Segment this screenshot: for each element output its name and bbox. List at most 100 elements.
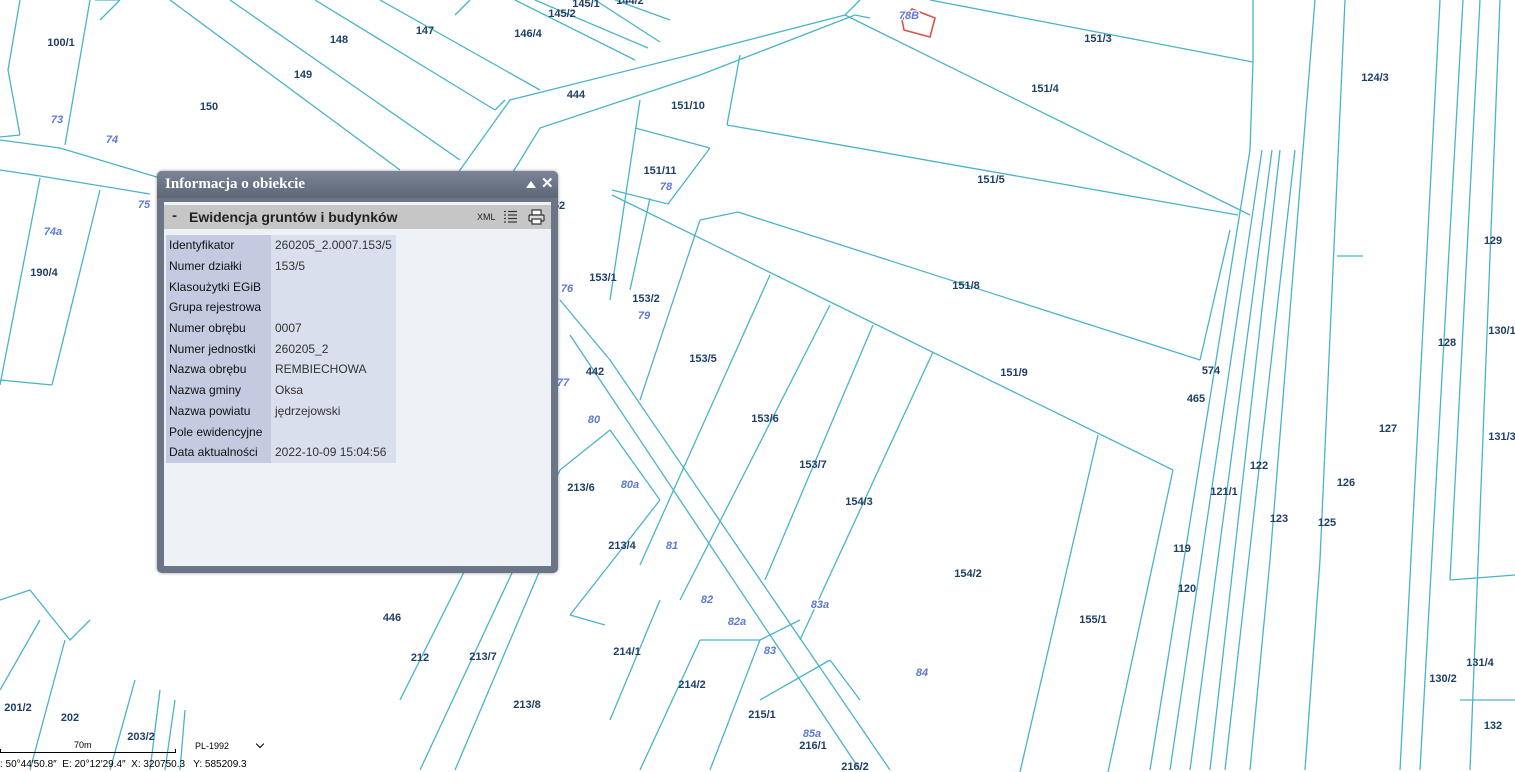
parcel-number-label[interactable]: 121/1 bbox=[1210, 486, 1238, 498]
building-number-label[interactable]: 81 bbox=[665, 539, 680, 554]
parcel-number-label[interactable]: 216/1 bbox=[799, 740, 827, 752]
building-number-label[interactable]: 74a bbox=[43, 225, 64, 240]
building-number-label[interactable]: 73 bbox=[50, 113, 65, 128]
parcel-number-label[interactable]: 126 bbox=[1337, 477, 1355, 489]
parcel-number-label[interactable]: 214/1 bbox=[613, 646, 641, 658]
building-number-label[interactable]: 78 bbox=[659, 180, 675, 195]
parcel-number-label[interactable]: 100/1 bbox=[47, 37, 75, 49]
building-number-label[interactable]: 77 bbox=[556, 376, 572, 391]
building-number-label[interactable]: 80 bbox=[587, 413, 603, 428]
parcel-number-label[interactable]: 154/3 bbox=[845, 496, 873, 508]
parcel-number-label[interactable]: 442 bbox=[586, 366, 604, 378]
collapse-icon[interactable] bbox=[526, 181, 536, 188]
parcel-number-label[interactable]: 131/4 bbox=[1466, 657, 1494, 669]
parcel-number-label[interactable]: 132 bbox=[1484, 720, 1502, 732]
list-icon[interactable] bbox=[504, 210, 517, 224]
parcel-number-label[interactable]: 202 bbox=[61, 712, 79, 724]
parcel-number-label[interactable]: 214/2 bbox=[678, 679, 706, 691]
parcel-number-label[interactable]: 128 bbox=[1438, 337, 1456, 349]
parcel-number-label[interactable]: 153/6 bbox=[751, 413, 779, 425]
section-header-egib[interactable]: - Ewidencja gruntów i budynków XML bbox=[164, 205, 551, 229]
parcel-number-label[interactable]: 131/3 bbox=[1488, 431, 1515, 443]
parcel-number-label[interactable]: 120 bbox=[1178, 583, 1196, 595]
parcel-number-label[interactable]: 151/8 bbox=[952, 280, 980, 292]
panel-title-bar[interactable]: Informacja o obiekcie ✕ bbox=[157, 171, 558, 198]
parcel-number-label[interactable]: 213/6 bbox=[567, 482, 595, 494]
parcel-number-label[interactable]: 148 bbox=[330, 34, 348, 46]
parcel-boundary bbox=[629, 197, 651, 291]
attribute-label: Numer jednostki bbox=[166, 338, 271, 360]
parcel-number-label[interactable]: 151/9 bbox=[1000, 367, 1028, 379]
parcel-number-label[interactable]: 153/1 bbox=[589, 272, 617, 284]
parcel-number-label[interactable]: 190/4 bbox=[30, 267, 58, 279]
parcel-boundary bbox=[726, 54, 741, 126]
parcel-number-label[interactable]: 151/11 bbox=[643, 165, 676, 177]
parcel-boundary bbox=[454, 569, 541, 771]
parcel-number-label[interactable]: 149 bbox=[294, 69, 312, 81]
parcel-number-label[interactable]: 122 bbox=[1250, 460, 1268, 472]
coordinates-readout: : 50°44′50.8″ E: 20°12′29.4″ X: 320750.3… bbox=[0, 759, 247, 770]
attribute-label: Numer działki bbox=[166, 255, 271, 277]
parcel-number-label[interactable]: 201/2 bbox=[4, 702, 32, 714]
parcel-number-label[interactable]: 127 bbox=[1379, 423, 1397, 435]
parcel-number-label[interactable]: 154/2 bbox=[954, 568, 982, 580]
parcel-boundary bbox=[1209, 149, 1281, 771]
parcel-number-label[interactable]: 444 bbox=[567, 89, 586, 101]
parcel-number-label[interactable]: 151/5 bbox=[977, 174, 1005, 186]
parcel-number-label[interactable]: 203/2 bbox=[127, 731, 155, 743]
building-number-label[interactable]: 78B bbox=[898, 9, 921, 24]
building-number-label[interactable]: 75 bbox=[137, 198, 153, 213]
crs-value: PL-1992 bbox=[195, 741, 230, 751]
parcel-boundary bbox=[379, 0, 541, 91]
close-icon[interactable]: ✕ bbox=[541, 174, 554, 192]
parcel-number-label[interactable]: 145/1 bbox=[572, 0, 600, 10]
parcel-number-label[interactable]: 215/1 bbox=[748, 709, 776, 721]
parcel-number-label[interactable]: 150 bbox=[200, 101, 218, 113]
parcel-boundary bbox=[1399, 0, 1441, 771]
scale-bar bbox=[0, 749, 176, 753]
parcel-number-label[interactable]: 146/4 bbox=[514, 28, 542, 40]
parcel-number-label[interactable]: 130/2 bbox=[1429, 673, 1457, 685]
parcel-number-label[interactable]: 123 bbox=[1270, 513, 1288, 525]
building-number-label[interactable]: 84 bbox=[915, 666, 930, 681]
parcel-number-label[interactable]: 119 bbox=[1173, 543, 1191, 555]
parcel-number-label[interactable]: 153/2 bbox=[632, 293, 660, 305]
xml-export-button[interactable]: XML bbox=[477, 212, 496, 222]
building-number-label[interactable]: 74 bbox=[105, 133, 120, 148]
parcel-number-label[interactable]: 213/8 bbox=[513, 699, 541, 711]
section-collapse-toggle[interactable]: - bbox=[172, 207, 177, 224]
parcel-number-label[interactable]: 213/4 bbox=[608, 540, 636, 552]
parcel-number-label[interactable]: 151/4 bbox=[1031, 83, 1059, 95]
building-number-label[interactable]: 82a bbox=[727, 615, 748, 630]
crs-select[interactable]: PL-1992 bbox=[193, 739, 269, 754]
print-icon[interactable] bbox=[528, 209, 545, 225]
building-number-label[interactable]: 85a bbox=[802, 727, 823, 742]
building-number-label[interactable]: 76 bbox=[560, 282, 576, 297]
chevron-down-icon bbox=[255, 739, 265, 749]
building-number-label[interactable]: 83a bbox=[810, 598, 831, 613]
building-number-label[interactable]: 83 bbox=[763, 644, 778, 659]
parcel-number-label[interactable]: 212 bbox=[411, 652, 429, 664]
parcel-number-label[interactable]: 155/1 bbox=[1079, 614, 1107, 626]
parcel-number-label[interactable]: 574 bbox=[1202, 365, 1221, 377]
parcel-number-label[interactable]: 153/7 bbox=[799, 459, 827, 471]
parcel-boundary bbox=[0, 619, 41, 691]
parcel-boundary bbox=[1304, 0, 1346, 771]
parcel-number-label[interactable]: 144/2 bbox=[616, 0, 644, 7]
parcel-number-label[interactable]: 130/1 bbox=[1488, 325, 1515, 337]
parcel-number-label[interactable]: 446 bbox=[383, 612, 401, 624]
parcel-number-label[interactable]: 124/3 bbox=[1361, 72, 1389, 84]
parcel-number-label[interactable]: 147 bbox=[416, 25, 434, 37]
parcel-number-label[interactable]: 213/7 bbox=[469, 651, 497, 663]
building-number-label[interactable]: 80a bbox=[620, 478, 641, 493]
parcel-number-label[interactable]: 216/2 bbox=[841, 761, 869, 772]
parcel-number-label[interactable]: 129 bbox=[1484, 235, 1502, 247]
parcel-number-label[interactable]: 465 bbox=[1187, 393, 1205, 405]
parcel-number-label[interactable]: 151/10 bbox=[671, 100, 705, 112]
building-number-label[interactable]: 82 bbox=[700, 593, 715, 608]
parcel-number-label[interactable]: 153/5 bbox=[689, 353, 717, 365]
parcel-number-label[interactable]: 125 bbox=[1318, 517, 1336, 529]
parcel-number-label[interactable]: 151/3 bbox=[1084, 33, 1112, 45]
building-number-label[interactable]: 79 bbox=[637, 309, 653, 324]
attribute-row: Nazwa obrębu REMBIECHOWA bbox=[166, 359, 396, 380]
